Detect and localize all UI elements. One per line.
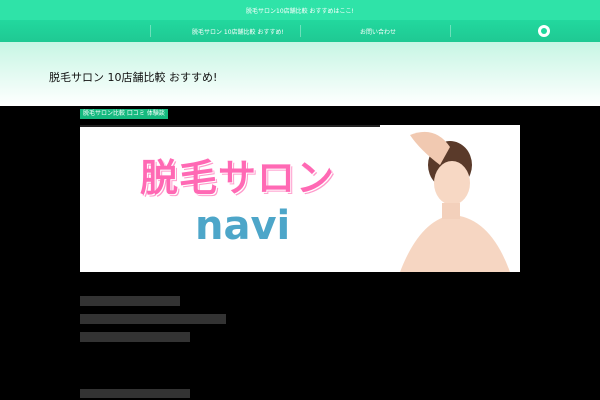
category-tag[interactable]: 脱毛サロン比較 口コミ 体験談 <box>80 109 168 119</box>
nav-item-label: 脱毛サロン 10店舗比較 おすすめ! <box>192 28 284 36</box>
woman-photo-illustration <box>380 125 520 272</box>
nav-item-contact[interactable]: お問い合わせ <box>360 20 396 42</box>
nav-item-home[interactable]: 脱毛サロン 10店舗比較 おすすめ! <box>192 20 284 42</box>
content-line <box>80 314 226 324</box>
content-line <box>80 296 180 306</box>
banner-subtitle: navi <box>195 203 291 249</box>
hero-banner: 脱毛サロン navi <box>80 125 520 272</box>
nav-item-label: お問い合わせ <box>360 28 397 36</box>
content-footer-line <box>80 389 190 398</box>
content-line <box>80 332 190 342</box>
main-nav: 脱毛サロン 10店舗比較 おすすめ! お問い合わせ <box>0 20 600 42</box>
nav-separator <box>150 25 151 37</box>
content-lines <box>80 296 240 350</box>
top-banner-bar: 脱毛サロン10店舗比較 おすすめはここ! <box>0 0 600 20</box>
nav-separator <box>300 25 301 37</box>
rss-icon[interactable] <box>538 25 550 37</box>
top-banner-text: 脱毛サロン10店舗比較 おすすめはここ! <box>246 7 354 15</box>
nav-separator <box>450 25 451 37</box>
site-title[interactable]: 脱毛サロン 10店舗比較 おすすめ! <box>49 69 217 85</box>
banner-title: 脱毛サロン <box>140 156 336 200</box>
